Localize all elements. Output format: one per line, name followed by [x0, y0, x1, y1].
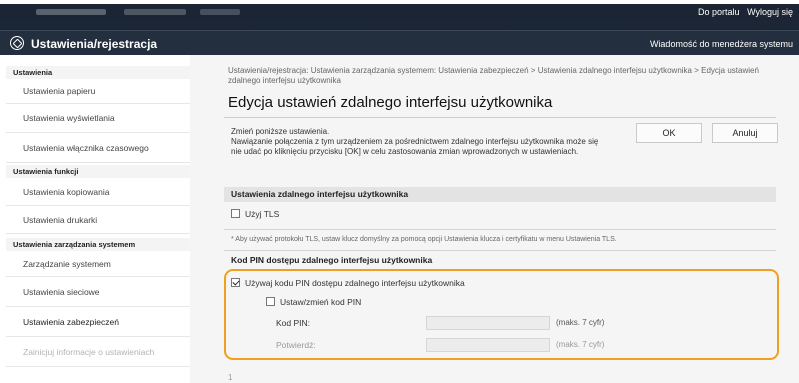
- section-pin-header: Kod PIN dostępu zdalnego interfejsu użyt…: [231, 255, 433, 265]
- pin-hint: (maks. 7 cyfr): [556, 318, 605, 327]
- ok-button[interactable]: OK: [636, 123, 702, 143]
- sidebar-item-security[interactable]: Ustawienia zabezpieczeń: [6, 307, 190, 337]
- header: Do portalu Wyloguj się Ustawienia/rejest…: [0, 0, 799, 55]
- sidebar-item-network[interactable]: Ustawienia sieciowe: [6, 277, 190, 307]
- section-remote-ui-header: Ustawienia zdalnego interfejsu użytkowni…: [224, 187, 776, 202]
- use-tls-checkbox[interactable]: [231, 209, 240, 218]
- page-indicator: 1: [228, 373, 233, 382]
- sidebar: Ustawienia Ustawienia papieru Ustawienia…: [6, 60, 190, 383]
- top-links: Do portalu Wyloguj się: [693, 7, 793, 17]
- sidebar-item-copy[interactable]: Ustawienia kopiowania: [6, 178, 190, 206]
- divider: [224, 229, 776, 230]
- sidebar-group-system: Ustawienia zarządzania systemem: [6, 238, 190, 251]
- page-title: Edycja ustawień zdalnego interfejsu użyt…: [228, 94, 553, 111]
- logout-link[interactable]: Wyloguj się: [747, 7, 793, 17]
- use-pin-checkbox[interactable]: [231, 278, 240, 287]
- set-pin-checkbox[interactable]: [266, 297, 275, 306]
- tls-note: * Aby używać protokołu TLS, ustaw klucz …: [231, 236, 617, 243]
- confirm-pin-label: Potwierdź:: [276, 340, 316, 350]
- breadcrumb: Ustawienia/rejestracja: Ustawienia zarzą…: [228, 66, 759, 85]
- blurred-info: [36, 9, 106, 15]
- pin-input[interactable]: [426, 316, 550, 330]
- intro-text: Zmień poniższe ustawienia. Nawiązanie po…: [231, 127, 599, 157]
- blurred-info: [124, 9, 186, 15]
- sidebar-item-paper[interactable]: Ustawienia papieru: [6, 79, 190, 104]
- sidebar-item-display[interactable]: Ustawienia wyświetlania: [6, 104, 190, 133]
- sidebar-group-settings: Ustawienia: [6, 66, 190, 79]
- divider: [224, 250, 776, 251]
- use-tls-row[interactable]: Użyj TLS: [231, 209, 279, 219]
- portal-link[interactable]: Do portalu: [698, 7, 740, 17]
- use-tls-label: Użyj TLS: [245, 209, 280, 219]
- cancel-button[interactable]: Anuluj: [712, 123, 778, 143]
- app-title: Ustawienia/rejestracja: [31, 37, 158, 51]
- sidebar-group-functions: Ustawienia funkcji: [6, 165, 190, 178]
- sidebar-item-printer[interactable]: Ustawienia drukarki: [6, 206, 190, 234]
- confirm-pin-input[interactable]: [426, 338, 550, 352]
- set-pin-row[interactable]: Ustaw/zmień kod PIN: [266, 297, 361, 307]
- sidebar-item-initialize[interactable]: Zainicjuj informacje o ustawieniach: [6, 337, 190, 367]
- confirm-pin-hint: (maks. 7 cyfr): [556, 340, 605, 349]
- divider: [224, 117, 776, 118]
- sidebar-item-timer[interactable]: Ustawienia włącznika czasowego: [6, 133, 190, 163]
- set-pin-label: Ustaw/zmień kod PIN: [280, 297, 362, 307]
- top-bar: [0, 4, 799, 20]
- use-pin-row[interactable]: Używaj kodu PIN dostępu zdalnego interfe…: [231, 278, 465, 288]
- pin-label: Kod PIN:: [276, 318, 311, 328]
- use-pin-label: Używaj kodu PIN dostępu zdalnego interfe…: [245, 278, 465, 288]
- message-to-admin-link[interactable]: Wiadomość do menedżera systemu: [650, 39, 793, 49]
- blurred-info: [200, 9, 240, 15]
- sidebar-item-system-management[interactable]: Zarządzanie systemem: [6, 251, 190, 277]
- settings-logo-icon: [10, 36, 24, 50]
